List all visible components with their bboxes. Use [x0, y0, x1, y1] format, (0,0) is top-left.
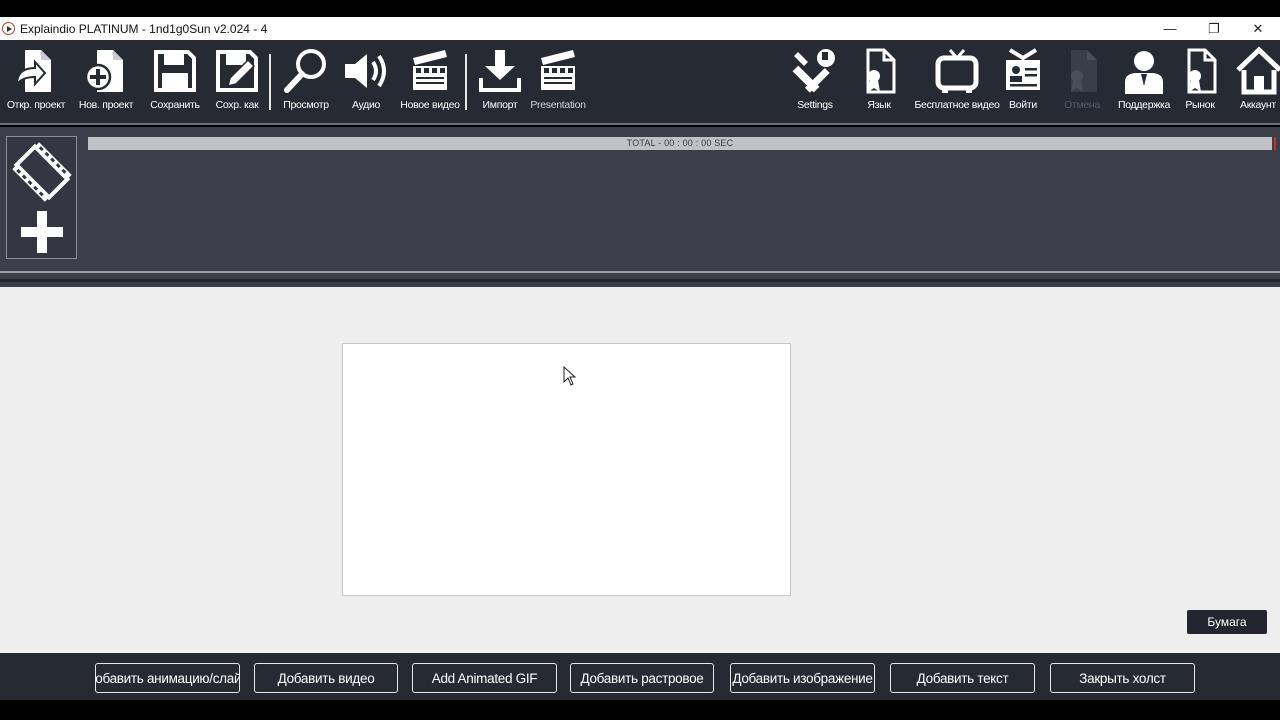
- toolbar-label: Импорт: [482, 99, 518, 111]
- close-canvas-button[interactable]: Закрыть холст: [1050, 663, 1195, 693]
- speaker-icon: [345, 54, 386, 88]
- add-slide-button[interactable]: [6, 136, 77, 259]
- bottom-action-bar: Добавить анимацию/слайд Добавить видео A…: [0, 653, 1280, 700]
- toolbar-label: Войти: [1009, 99, 1037, 111]
- id-card-icon: [1006, 48, 1040, 90]
- new-project-button[interactable]: Нов. проект: [74, 46, 138, 118]
- support-person-icon: [1125, 51, 1163, 94]
- new-video-button[interactable]: Новое видео: [398, 46, 462, 118]
- toolbar-label: Бесплатное видео: [914, 99, 1000, 111]
- download-icon: [479, 50, 521, 92]
- certificate-icon: [1187, 48, 1217, 94]
- presentation-button[interactable]: Presentation: [526, 46, 590, 118]
- app-window: Explaindio PLATINUM - 1nd1g0Sun v2.024 -…: [0, 0, 1280, 720]
- add-video-button[interactable]: Добавить видео: [254, 663, 398, 693]
- paper-button[interactable]: Бумага: [1187, 610, 1267, 634]
- toolbar-label: Нов. проект: [78, 99, 134, 111]
- save-as-button[interactable]: Сохр. как: [205, 46, 269, 118]
- home-icon: [1236, 46, 1280, 95]
- audio-button[interactable]: Аудио: [334, 46, 398, 118]
- add-text-button[interactable]: Добавить текст: [890, 663, 1035, 693]
- new-project-icon: [84, 50, 123, 92]
- mouse-cursor-icon: [563, 366, 577, 386]
- window-title: Explaindio PLATINUM - 1nd1g0Sun v2.024 -…: [20, 21, 268, 36]
- certificate-icon: [866, 48, 896, 94]
- toolbar-label: Аудио: [351, 99, 381, 111]
- toolbar-label: Новое видео: [400, 99, 460, 111]
- toolbar-label: Сохр. как: [215, 99, 259, 111]
- toolbar-label: Отмена: [1064, 99, 1100, 111]
- close-button[interactable]: ✕: [1236, 17, 1280, 40]
- toolbar-separator: [269, 54, 271, 110]
- toolbar-label: Откр. проект: [6, 99, 66, 111]
- save-as-icon: [216, 50, 258, 92]
- add-raster-button[interactable]: Добавить растровое: [570, 663, 714, 693]
- toolbar-label: Язык: [867, 99, 891, 111]
- timeline-divider: [0, 271, 1280, 273]
- undo-document-icon: [1071, 50, 1097, 92]
- minimize-button[interactable]: —: [1148, 17, 1192, 40]
- toolbar-label: Аккаунт: [1240, 99, 1276, 111]
- preview-button[interactable]: Просмотр: [274, 46, 338, 118]
- toolbar-label: Поддержка: [1117, 99, 1171, 111]
- playhead-marker[interactable]: [1274, 137, 1276, 150]
- toolbar-label: Сохранить: [150, 99, 200, 111]
- settings-button[interactable]: Settings: [783, 46, 847, 118]
- film-strip-icon: [11, 142, 72, 202]
- save-button[interactable]: Сохранить: [143, 46, 207, 118]
- tools-icon: [792, 49, 835, 93]
- toolbar-label: Settings: [797, 99, 833, 111]
- main-toolbar: Откр. проект Нов. проект Сохранить Сохр.…: [0, 40, 1280, 125]
- market-button[interactable]: Рынок: [1168, 46, 1232, 118]
- tv-icon: [935, 49, 979, 93]
- toolbar-label: Просмотр: [283, 99, 329, 111]
- save-icon: [154, 50, 196, 92]
- window-controls: — ❐ ✕: [1148, 17, 1280, 40]
- clapperboard-icon: [541, 50, 575, 90]
- timeline-panel: TOTAL - 00 : 00 : 00 SEC: [0, 127, 1280, 287]
- add-image-button[interactable]: Добавить изображение: [730, 663, 875, 693]
- title-bar: Explaindio PLATINUM - 1nd1g0Sun v2.024 -…: [0, 17, 1280, 40]
- total-duration-bar: TOTAL - 00 : 00 : 00 SEC: [88, 137, 1272, 150]
- open-project-button[interactable]: Откр. проект: [4, 46, 68, 118]
- timeline-divider: [0, 279, 1280, 282]
- language-button[interactable]: Язык: [847, 46, 911, 118]
- workspace-area: Бумага: [0, 287, 1280, 653]
- account-button[interactable]: Аккаунт: [1228, 46, 1280, 118]
- toolbar-separator: [465, 54, 467, 110]
- toolbar-label: Presentation: [530, 99, 586, 111]
- add-animated-gif-button[interactable]: Add Animated GIF: [412, 663, 557, 693]
- clapperboard-icon: [413, 50, 447, 90]
- free-video-button[interactable]: Бесплатное видео: [914, 46, 1000, 118]
- support-button[interactable]: Поддержка: [1112, 46, 1176, 118]
- app-logo-icon: [2, 22, 15, 35]
- magnifier-icon: [284, 49, 326, 93]
- undo-button[interactable]: Отмена: [1050, 46, 1114, 118]
- import-button[interactable]: Импорт: [468, 46, 532, 118]
- restore-button[interactable]: ❐: [1192, 17, 1236, 40]
- login-button[interactable]: Войти: [991, 46, 1055, 118]
- add-animation-slide-button[interactable]: Добавить анимацию/слайд: [95, 663, 240, 693]
- toolbar-label: Рынок: [1185, 99, 1215, 111]
- plus-icon: [20, 211, 63, 253]
- open-project-icon: [15, 50, 51, 92]
